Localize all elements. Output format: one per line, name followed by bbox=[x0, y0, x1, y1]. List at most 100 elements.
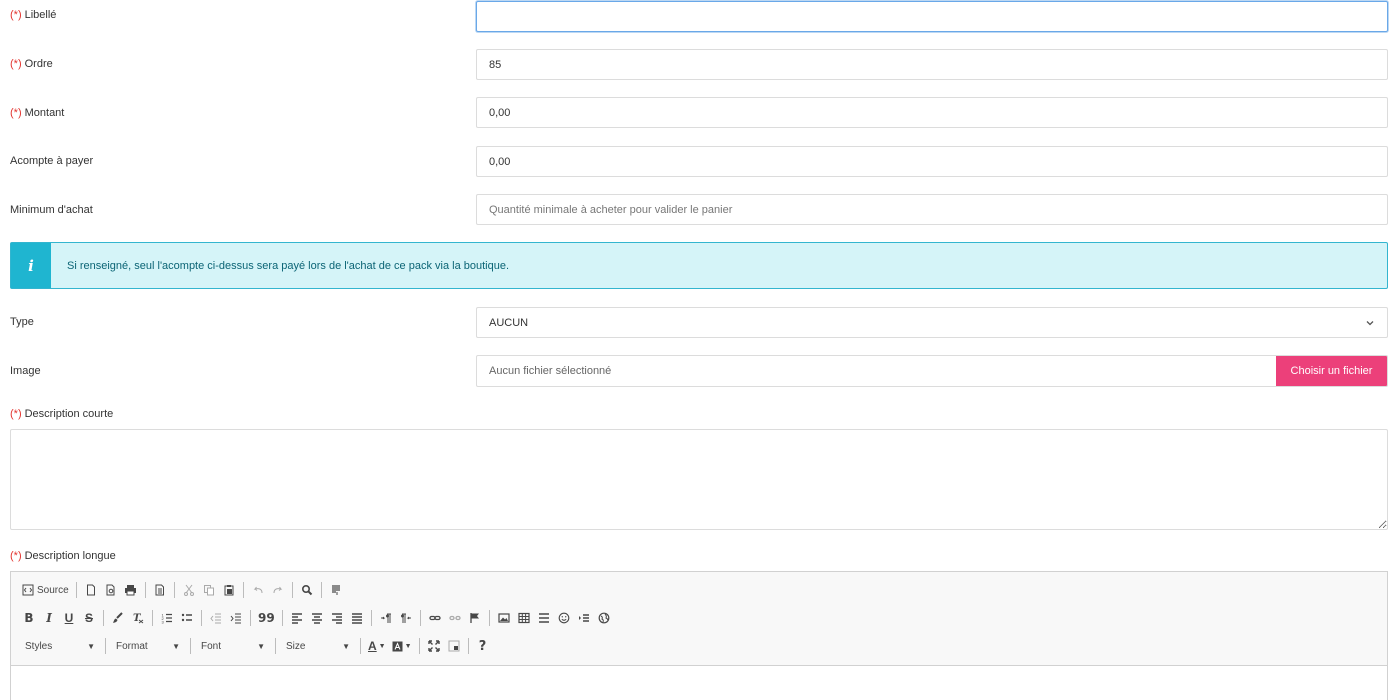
caret-down-icon: ▼ bbox=[378, 642, 386, 650]
new-page-button[interactable] bbox=[81, 580, 101, 600]
smiley-button[interactable] bbox=[554, 608, 574, 628]
align-right-button[interactable] bbox=[327, 608, 347, 628]
preview-button[interactable] bbox=[101, 580, 121, 600]
label-type: Type bbox=[10, 316, 34, 328]
format-dropdown[interactable]: Format ▼ bbox=[110, 636, 186, 656]
paste-button[interactable] bbox=[219, 580, 239, 600]
italic-button[interactable]: I bbox=[39, 608, 59, 628]
blockquote-button[interactable]: 99 bbox=[255, 608, 278, 628]
editor-content-area[interactable] bbox=[11, 666, 1387, 700]
libelle-input[interactable] bbox=[476, 1, 1388, 32]
bold-button[interactable]: B bbox=[19, 608, 39, 628]
search-icon bbox=[301, 584, 312, 596]
page-break-button[interactable] bbox=[574, 608, 594, 628]
format-dropdown-label: Format bbox=[116, 640, 148, 652]
remove-format-button[interactable]: T bbox=[128, 608, 148, 628]
label-description-courte-text: Description courte bbox=[24, 408, 114, 420]
type-select[interactable]: AUCUN bbox=[476, 307, 1388, 338]
horizontal-rule-button[interactable] bbox=[534, 608, 554, 628]
maximize-icon bbox=[427, 640, 440, 652]
indent-button[interactable] bbox=[226, 608, 246, 628]
ordre-input[interactable] bbox=[476, 49, 1388, 80]
unlink-icon bbox=[449, 615, 461, 621]
info-icon: i bbox=[11, 243, 51, 288]
choose-file-button[interactable]: Choisir un fichier bbox=[1276, 356, 1387, 386]
remove-format-icon: T bbox=[133, 613, 144, 624]
font-dropdown[interactable]: Font ▼ bbox=[195, 636, 271, 656]
toolbar-separator bbox=[419, 610, 421, 626]
table-button[interactable] bbox=[514, 608, 534, 628]
cut-button[interactable] bbox=[179, 580, 199, 600]
label-description-courte: (*) Description courte bbox=[10, 408, 113, 420]
image-button[interactable] bbox=[494, 608, 514, 628]
smiley-icon bbox=[558, 612, 570, 624]
image-icon bbox=[498, 613, 510, 623]
source-label: Source bbox=[37, 584, 69, 596]
templates-button[interactable] bbox=[150, 580, 170, 600]
background-color-button[interactable]: ▼ bbox=[389, 636, 415, 656]
iframe-button[interactable] bbox=[594, 608, 614, 628]
text-color-button[interactable]: A ▼ bbox=[365, 636, 389, 656]
redo-button[interactable] bbox=[268, 580, 288, 600]
text-color-icon: A bbox=[368, 639, 377, 653]
caret-down-icon: ▼ bbox=[87, 641, 95, 651]
align-center-button[interactable] bbox=[307, 608, 327, 628]
unlink-button[interactable] bbox=[445, 608, 465, 628]
caret-down-icon: ▼ bbox=[404, 642, 412, 650]
copy-button[interactable] bbox=[199, 580, 219, 600]
toolbar-separator bbox=[275, 638, 276, 654]
label-minimum: Minimum d'achat bbox=[10, 204, 93, 216]
flag-icon bbox=[470, 613, 479, 623]
toolbar-separator bbox=[190, 638, 191, 654]
table-icon bbox=[518, 612, 530, 624]
underline-button[interactable]: U bbox=[59, 608, 79, 628]
description-courte-textarea[interactable] bbox=[10, 429, 1388, 530]
anchor-button[interactable] bbox=[465, 608, 485, 628]
type-select-value: AUCUN bbox=[489, 316, 529, 329]
align-left-button[interactable] bbox=[287, 608, 307, 628]
styles-dropdown[interactable]: Styles ▼ bbox=[19, 636, 101, 656]
text-direction-ltr-button[interactable] bbox=[376, 608, 396, 628]
styles-dropdown-label: Styles bbox=[25, 640, 53, 652]
print-button[interactable] bbox=[121, 580, 141, 600]
maximize-button[interactable] bbox=[424, 636, 444, 656]
montant-input[interactable] bbox=[476, 97, 1388, 128]
show-blocks-toggle-button[interactable] bbox=[444, 636, 464, 656]
toolbar-row-3: Styles ▼ Format ▼ Font ▼ Size ▼ A ▼ ▼ ? bbox=[19, 632, 1379, 660]
preview-icon bbox=[106, 584, 115, 596]
toolbar-separator bbox=[242, 582, 244, 598]
copy-format-button[interactable] bbox=[108, 608, 128, 628]
link-button[interactable] bbox=[425, 608, 445, 628]
acompte-input[interactable] bbox=[476, 146, 1388, 177]
numbered-list-button[interactable]: 123 bbox=[157, 608, 177, 628]
source-button[interactable]: Source bbox=[19, 580, 72, 600]
rich-text-editor: Source B I U S T 1 2 3 99 Styles ▼ Forma… bbox=[10, 571, 1388, 700]
paste-icon bbox=[224, 585, 234, 596]
help-button[interactable]: ? bbox=[473, 636, 493, 656]
info-text: Si renseigné, seul l'acompte ci-dessus s… bbox=[67, 259, 510, 272]
undo-icon bbox=[253, 586, 263, 594]
minimum-input[interactable] bbox=[476, 194, 1388, 225]
info-alert: i Si renseigné, seul l'acompte ci-dessus… bbox=[10, 242, 1388, 289]
label-ordre-text: Ordre bbox=[24, 58, 53, 70]
required-marker: (*) bbox=[10, 408, 22, 420]
toolbar-separator bbox=[291, 582, 293, 598]
text-direction-rtl-button[interactable] bbox=[396, 608, 416, 628]
label-description-longue: (*) Description longue bbox=[10, 550, 116, 562]
image-file-input[interactable]: Aucun fichier sélectionné Choisir un fic… bbox=[476, 355, 1388, 387]
font-dropdown-label: Font bbox=[201, 640, 222, 652]
caret-down-icon: ▼ bbox=[172, 641, 180, 651]
bulleted-list-button[interactable] bbox=[177, 608, 197, 628]
find-button[interactable] bbox=[297, 580, 317, 600]
outdent-button[interactable] bbox=[206, 608, 226, 628]
show-blocks-button[interactable] bbox=[326, 580, 346, 600]
strikethrough-button[interactable]: S bbox=[79, 608, 99, 628]
size-dropdown[interactable]: Size ▼ bbox=[280, 636, 356, 656]
toolbar-separator bbox=[105, 638, 106, 654]
undo-button[interactable] bbox=[248, 580, 268, 600]
toolbar-separator bbox=[144, 582, 146, 598]
copy-icon bbox=[203, 585, 214, 596]
justify-button[interactable] bbox=[347, 608, 367, 628]
label-image: Image bbox=[10, 365, 41, 377]
label-libelle-text: Libellé bbox=[24, 9, 57, 21]
